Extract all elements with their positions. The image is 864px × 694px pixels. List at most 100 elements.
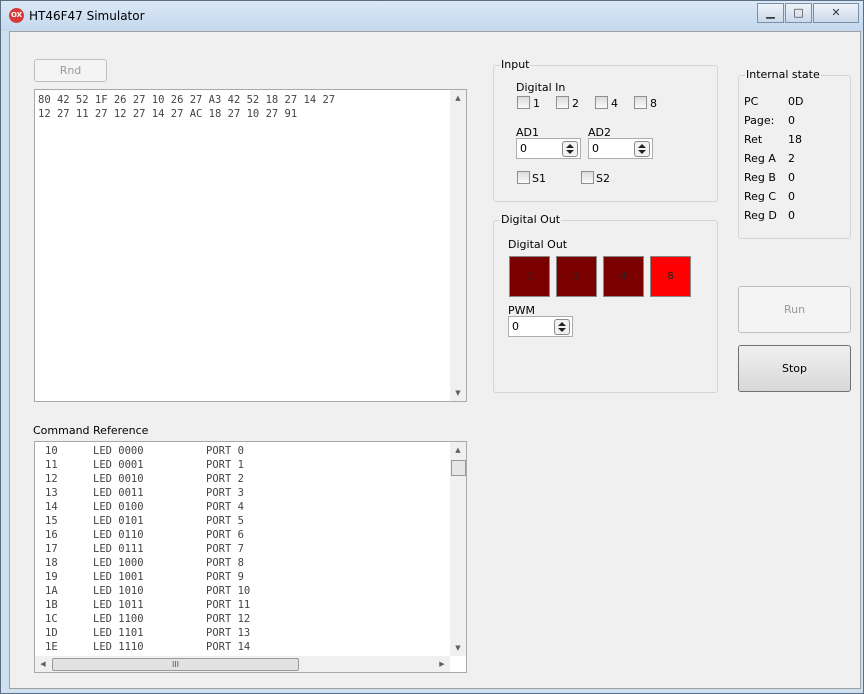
digital-in-8-label: 8 [650,97,657,110]
state-name: PC [744,95,759,108]
ad2-value: 0 [592,142,599,155]
s2-label: S2 [596,172,610,185]
vscroll-thumb[interactable] [451,460,466,476]
command-row: 1E LED 1110 PORT 14 [45,641,445,655]
command-desc: PORT 10 [206,585,251,597]
command-cmd: LED 0101 [93,515,144,527]
scroll-down-icon[interactable]: ▼ [450,385,466,401]
command-desc: PORT 12 [206,613,251,625]
minimize-icon: ▁ [766,6,775,19]
command-desc: PORT 0 [206,445,244,457]
command-cmd: LED 0110 [93,529,144,541]
scroll-right-icon[interactable]: ▶ [434,656,450,672]
program-vscroll[interactable]: ▲ ▼ [450,90,466,401]
ad2-stepper[interactable]: 0 [588,138,653,159]
maximize-button[interactable]: □ [785,3,812,23]
command-row: 17 LED 0111 PORT 7 [45,543,445,557]
close-button[interactable]: ✕ [813,3,859,23]
scroll-up-icon[interactable]: ▲ [450,442,466,458]
scroll-up-icon[interactable]: ▲ [450,90,466,106]
pwm-spin-icon[interactable] [554,319,570,335]
title-bar[interactable]: OX HT46F47 Simulator ▁ □ ✕ [1,1,863,31]
command-row: 1A LED 1010 PORT 10 [45,585,445,599]
digital-out-label: Digital Out [508,238,568,251]
command-row: 14 LED 0100 PORT 4 [45,501,445,515]
command-desc: PORT 3 [206,487,244,499]
command-code: 14 [45,501,58,513]
command-code: 19 [45,571,58,583]
command-desc: PORT 2 [206,473,244,485]
command-row: 15 LED 0101 PORT 5 [45,515,445,529]
command-code: 11 [45,459,58,471]
state-name: Ret [744,133,763,146]
led-8: 8 [650,256,691,297]
reference-hscroll[interactable]: ◀ III ▶ [35,656,450,672]
command-row: 1C LED 1100 PORT 12 [45,613,445,627]
command-cmd: LED 1010 [93,585,144,597]
state-name: Page: [744,114,775,127]
run-button[interactable]: Run [738,286,851,333]
command-code: 18 [45,557,58,569]
s2-checkbox[interactable] [581,171,594,184]
command-cmd: LED 1000 [93,557,144,569]
command-desc: PORT 11 [206,599,251,611]
ad1-stepper[interactable]: 0 [516,138,581,159]
command-cmd: LED 0000 [93,445,144,457]
command-desc: PORT 7 [206,543,244,555]
state-name: Reg D [744,209,777,222]
input-group-title: Input [500,58,531,71]
digital-in-1-label: 1 [533,97,540,110]
s1-label: S1 [532,172,546,185]
state-name: Reg B [744,171,776,184]
command-row: 19 LED 1001 PORT 9 [45,571,445,585]
digital-in-8-checkbox[interactable] [634,96,647,109]
digital-out-group-title: Digital Out [500,213,562,226]
command-desc: PORT 5 [206,515,244,527]
state-name: Reg C [744,190,777,203]
command-desc: PORT 14 [206,641,251,653]
command-code: 15 [45,515,58,527]
code-line: 80 42 52 1F 26 27 10 26 27 A3 42 52 18 2… [38,94,336,106]
command-reference-list[interactable]: 10 LED 0000 PORT 0 11 LED 0001 PORT 1 12 LED 00… [34,441,467,673]
pwm-stepper[interactable]: 0 [508,316,573,337]
command-row: 1D LED 1101 PORT 13 [45,627,445,641]
command-row: 10 LED 0000 PORT 0 [45,445,445,459]
window-title: HT46F47 Simulator [29,9,145,23]
digital-in-4-checkbox[interactable] [595,96,608,109]
simulator-window: OX HT46F47 Simulator ▁ □ ✕ Rnd 80 42 52 … [0,0,864,694]
command-reference-title: Command Reference [33,424,149,437]
internal-state-title: Internal state [745,68,821,81]
command-cmd: LED 1100 [93,613,144,625]
rnd-button[interactable]: Rnd [34,59,107,82]
reference-vscroll[interactable]: ▲ ▼ [450,442,466,656]
state-value: 0 [788,209,795,222]
ad2-spin-icon[interactable] [634,141,650,157]
command-cmd: LED 0001 [93,459,144,471]
state-name: Reg A [744,152,776,165]
hscroll-thumb[interactable]: III [52,658,299,671]
command-cmd: LED 0011 [93,487,144,499]
client-area: Rnd 80 42 52 1F 26 27 10 26 27 A3 42 52 … [9,31,861,689]
program-code-lines: 80 42 52 1F 26 27 10 26 27 A3 42 52 18 2… [38,93,335,121]
minimize-button[interactable]: ▁ [757,3,784,23]
program-code-textbox[interactable]: 80 42 52 1F 26 27 10 26 27 A3 42 52 18 2… [34,89,467,402]
command-cmd: LED 1101 [93,627,144,639]
command-code: 1A [45,585,58,597]
s1-checkbox[interactable] [517,171,530,184]
command-code: 10 [45,445,58,457]
command-code: 1E [45,641,58,653]
scroll-left-icon[interactable]: ◀ [35,656,51,672]
digital-in-2-label: 2 [572,97,579,110]
digital-in-1-checkbox[interactable] [517,96,530,109]
scroll-down-icon[interactable]: ▼ [450,640,466,656]
digital-in-2-checkbox[interactable] [556,96,569,109]
command-desc: PORT 6 [206,529,244,541]
command-code: 17 [45,543,58,555]
command-desc: PORT 4 [206,501,244,513]
ad1-spin-icon[interactable] [562,141,578,157]
led-2: 2 [556,256,597,297]
state-value: 0 [788,190,795,203]
stop-button[interactable]: Stop [738,345,851,392]
command-row: 16 LED 0110 PORT 6 [45,529,445,543]
state-value: 18 [788,133,802,146]
